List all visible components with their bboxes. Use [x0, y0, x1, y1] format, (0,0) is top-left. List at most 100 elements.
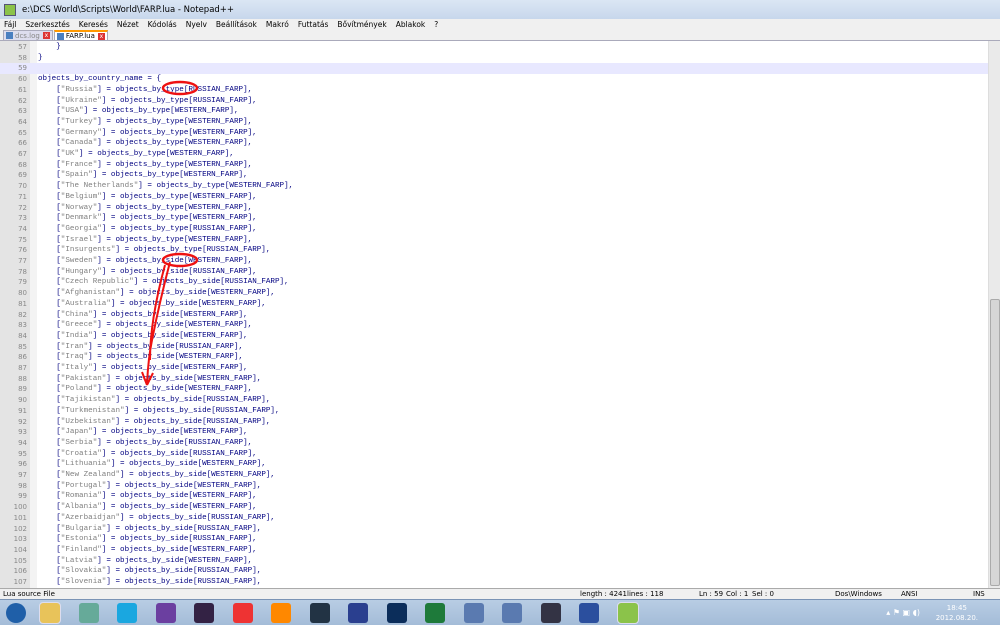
globe-icon[interactable] — [579, 603, 599, 623]
menu-item[interactable]: Ablakok — [396, 19, 426, 30]
line-number: 106 — [13, 567, 27, 576]
firefox-icon[interactable] — [271, 603, 291, 623]
code-line[interactable]: 68 ["France"] = objects_by_type[WESTERN_… — [0, 160, 988, 171]
code-line[interactable]: 75 ["Israel"] = objects_by_type[WESTERN_… — [0, 235, 988, 246]
code-line[interactable]: 59 — [0, 63, 988, 75]
explorer-icon[interactable] — [39, 602, 61, 624]
menu-item[interactable]: ? — [434, 19, 438, 30]
code-line[interactable]: 79 ["Czech Republic"] = objects_by_side[… — [0, 277, 988, 288]
code-line[interactable]: 86 ["Iraq"] = objects_by_side[WESTERN_FA… — [0, 352, 988, 363]
code-text: objects_by_country_name = { — [38, 75, 162, 84]
network-icon[interactable] — [502, 603, 522, 623]
code-line[interactable]: 82 ["China"] = objects_by_side[WESTERN_F… — [0, 310, 988, 321]
status-bar: Lua source File length : 4241 lines : 11… — [0, 588, 1000, 599]
code-line[interactable]: 66 ["Canada"] = objects_by_type[WESTERN_… — [0, 138, 988, 149]
code-line[interactable]: 58} — [0, 53, 988, 64]
menu-item[interactable]: Beállítások — [216, 19, 257, 30]
code-line[interactable]: 78 ["Hungary"] = objects_by_side[RUSSIAN… — [0, 267, 988, 278]
code-text: ["Turkmenistan"] = objects_by_side[RUSSI… — [38, 406, 280, 415]
tab-dcs-log[interactable]: dcs.log x — [3, 30, 53, 40]
code-line[interactable]: 101 ["Azerbaidjan"] = objects_by_side[RU… — [0, 513, 988, 524]
taskbar: ▴ ⚑ ▣ ◖) 18:45 2012.08.20. — [0, 599, 1000, 625]
code-line[interactable]: 99 ["Romania"] = objects_by_side[WESTERN… — [0, 491, 988, 502]
network-icon[interactable] — [463, 603, 484, 623]
code-line[interactable]: 89 ["Poland"] = objects_by_side[WESTERN_… — [0, 384, 988, 395]
menu-item[interactable]: Nyelv — [186, 19, 207, 30]
menu-item[interactable]: Fájl — [4, 19, 16, 30]
skype-icon[interactable] — [117, 603, 137, 623]
clock[interactable]: 18:45 2012.08.20. — [936, 603, 978, 623]
menu-item[interactable]: Makró — [266, 19, 289, 30]
scrollbar-thumb[interactable] — [990, 299, 1000, 586]
code-line[interactable]: 91 ["Turkmenistan"] = objects_by_side[RU… — [0, 406, 988, 417]
menu-item[interactable]: Kódolás — [148, 19, 177, 30]
code-line[interactable]: 65 ["Germany"] = objects_by_type[WESTERN… — [0, 128, 988, 139]
code-line[interactable]: 87 ["Italy"] = objects_by_side[WESTERN_F… — [0, 363, 988, 374]
line-number: 77 — [18, 257, 27, 265]
vertical-scrollbar[interactable] — [988, 41, 1000, 588]
code-line[interactable]: 69 ["Spain"] = objects_by_type[WESTERN_F… — [0, 170, 988, 181]
code-line[interactable]: 104 ["Finland"] = objects_by_side[WESTER… — [0, 545, 988, 556]
close-icon[interactable]: x — [42, 32, 50, 39]
code-line[interactable]: 62 ["Ukraine"] = objects_by_type[RUSSIAN… — [0, 96, 988, 107]
excel-icon[interactable] — [425, 603, 445, 623]
menu-item[interactable]: Szerkesztés — [25, 19, 69, 30]
menu-item[interactable]: Futtatás — [298, 19, 329, 30]
code-line[interactable]: 106 ["Slovakia"] = objects_by_side[RUSSI… — [0, 566, 988, 577]
code-line[interactable]: 102 ["Bulgaria"] = objects_by_side[RUSSI… — [0, 524, 988, 535]
tray-icons[interactable]: ▴ ⚑ ▣ ◖) — [886, 608, 920, 617]
code-text: ["Japan"] = objects_by_side[WESTERN_FARP… — [38, 428, 248, 437]
code-editor[interactable]: 57 } 58} 59 60 objects_by_country_name = {61… — [0, 41, 988, 588]
insert-mode: INS — [973, 590, 985, 598]
code-line[interactable]: 100 ["Albania"] = objects_by_side[WESTER… — [0, 502, 988, 513]
line-number: 107 — [13, 578, 27, 586]
code-line[interactable]: 67 ["UK"] = objects_by_type[WESTERN_FARP… — [0, 149, 988, 160]
menu-item[interactable]: Keresés — [79, 19, 108, 30]
code-line[interactable]: 105 ["Latvia"] = objects_by_side[WESTERN… — [0, 556, 988, 567]
code-line[interactable]: 63 ["USA"] = objects_by_type[WESTERN_FAR… — [0, 106, 988, 117]
menu-item[interactable]: Bővítmények — [337, 19, 386, 30]
code-line[interactable]: 64 ["Turkey"] = objects_by_type[WESTERN_… — [0, 117, 988, 128]
app-icon[interactable] — [155, 603, 176, 623]
code-line[interactable]: 70 ["The Netherlands"] = objects_by_type… — [0, 181, 988, 192]
code-line[interactable]: 77 ["Sweden"] = objects_by_side[WESTERN_… — [0, 256, 988, 267]
code-line[interactable]: 98 ["Portugal"] = objects_by_side[WESTER… — [0, 481, 988, 492]
eclipse-icon[interactable] — [194, 603, 214, 623]
code-line[interactable]: 83 ["Greece"] = objects_by_side[WESTERN_… — [0, 320, 988, 331]
code-line[interactable]: 88 ["Pakistan"] = objects_by_side[WESTER… — [0, 374, 988, 385]
code-line[interactable]: 72 ["Norway"] = objects_by_type[WESTERN_… — [0, 203, 988, 214]
app-icon[interactable] — [309, 603, 330, 623]
chrome-icon[interactable] — [232, 603, 253, 623]
code-line[interactable]: 107 ["Slovenia"] = objects_by_side[RUSSI… — [0, 577, 988, 588]
code-line[interactable]: 103 ["Estonia"] = objects_by_side[RUSSIA… — [0, 534, 988, 545]
airplane-icon[interactable] — [540, 603, 561, 623]
code-line[interactable]: 81 ["Australia"] = objects_by_side[WESTE… — [0, 299, 988, 310]
close-icon[interactable]: x — [97, 32, 105, 40]
code-line[interactable]: 74 ["Georgia"] = objects_by_type[RUSSIAN… — [0, 224, 988, 235]
code-line[interactable]: 71 ["Belgium"] = objects_by_type[WESTERN… — [0, 192, 988, 203]
app-icon[interactable] — [78, 603, 99, 623]
save-icon[interactable] — [348, 603, 368, 623]
code-line[interactable]: 84 ["India"] = objects_by_side[WESTERN_F… — [0, 331, 988, 342]
code-line[interactable]: 80 ["Afghanistan"] = objects_by_side[WES… — [0, 288, 988, 299]
code-line[interactable]: 92 ["Uzbekistan"] = objects_by_side[RUSS… — [0, 417, 988, 428]
code-text: ["The Netherlands"] = objects_by_type[WE… — [38, 182, 294, 191]
tab-farp-lua[interactable]: FARP.lua x — [53, 30, 108, 40]
code-line[interactable]: 94 ["Serbia"] = objects_by_side[RUSSIAN_… — [0, 438, 988, 449]
code-line[interactable]: 93 ["Japan"] = objects_by_side[WESTERN_F… — [0, 427, 988, 438]
photoshop-icon[interactable] — [386, 603, 407, 623]
code-line[interactable]: 90 ["Tajikistan"] = objects_by_side[RUSS… — [0, 395, 988, 406]
code-line[interactable]: 76 ["Insurgents"] = objects_by_type[RUSS… — [0, 245, 988, 256]
menu-item[interactable]: Nézet — [117, 19, 139, 30]
code-line[interactable]: 60 objects_by_country_name = { — [0, 74, 988, 85]
start-orb-icon[interactable] — [6, 603, 26, 623]
code-line[interactable]: 96 ["Lithuania"] = objects_by_side[WESTE… — [0, 459, 988, 470]
code-line[interactable]: 57 } — [0, 42, 988, 53]
code-line[interactable]: 61 ["Russia"] = objects_by_type[RUSSIAN_… — [0, 85, 988, 96]
code-line[interactable]: 73 ["Denmark"] = objects_by_type[WESTERN… — [0, 213, 988, 224]
line-number: 71 — [18, 192, 27, 201]
code-line[interactable]: 95 ["Croatia"] = objects_by_side[RUSSIAN… — [0, 449, 988, 460]
code-line[interactable]: 97 ["New Zealand"] = objects_by_side[WES… — [0, 470, 988, 481]
notepad-plus-plus-icon[interactable] — [616, 602, 639, 624]
code-line[interactable]: 85 ["Iran"] = objects_by_side[RUSSIAN_FA… — [0, 342, 988, 353]
